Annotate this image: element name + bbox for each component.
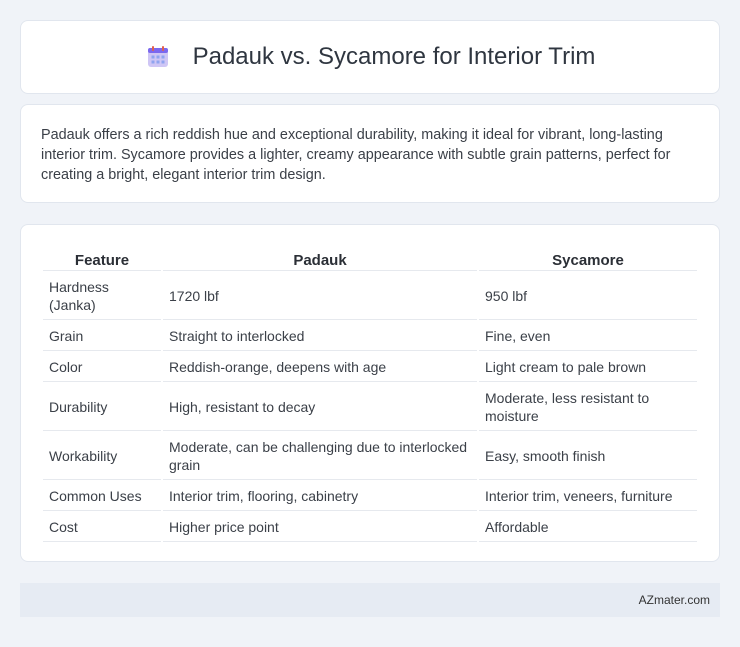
table-cell: Hardness (Janka) — [43, 273, 161, 320]
table-row: Color Reddish-orange, deepens with age L… — [43, 353, 697, 382]
table-cell: Straight to interlocked — [163, 322, 477, 351]
table-row: Workability Moderate, can be challenging… — [43, 433, 697, 480]
table-row: Common Uses Interior trim, flooring, cab… — [43, 482, 697, 511]
table-cell: Color — [43, 353, 161, 382]
title-card: Padauk vs. Sycamore for Interior Trim — [20, 20, 720, 94]
comparison-table: Feature Padauk Sycamore Hardness (Janka)… — [41, 245, 699, 544]
table-header-row: Feature Padauk Sycamore — [43, 247, 697, 271]
page-title: Padauk vs. Sycamore for Interior Trim — [192, 43, 596, 70]
table-cell: Fine, even — [479, 322, 697, 351]
footer-brand: AZmater.com — [638, 593, 710, 607]
column-header-feature: Feature — [43, 247, 161, 271]
table-cell: Affordable — [479, 513, 697, 542]
table-cell: Light cream to pale brown — [479, 353, 697, 382]
table-cell: 950 lbf — [479, 273, 697, 320]
column-header-sycamore: Sycamore — [479, 247, 697, 271]
table-cell: Interior trim, flooring, cabinetry — [163, 482, 477, 511]
table-cell: Moderate, less resistant to moisture — [479, 384, 697, 431]
table-cell: Workability — [43, 433, 161, 480]
column-header-padauk: Padauk — [163, 247, 477, 271]
description-text: Padauk offers a rich reddish hue and exc… — [41, 127, 671, 183]
table-row: Grain Straight to interlocked Fine, even — [43, 322, 697, 351]
table-row: Durability High, resistant to decay Mode… — [43, 384, 697, 431]
comparison-table-card: Feature Padauk Sycamore Hardness (Janka)… — [20, 224, 720, 562]
table-cell: Durability — [43, 384, 161, 431]
table-cell: Grain — [43, 322, 161, 351]
table-cell: Reddish-orange, deepens with age — [163, 353, 477, 382]
table-cell: Interior trim, veneers, furniture — [479, 482, 697, 511]
table-cell: Cost — [43, 513, 161, 542]
calendar-icon — [147, 46, 168, 67]
table-cell: 1720 lbf — [163, 273, 477, 320]
table-row: Hardness (Janka) 1720 lbf 950 lbf — [43, 273, 697, 320]
description-card: Padauk offers a rich reddish hue and exc… — [20, 104, 720, 203]
table-cell: Moderate, can be challenging due to inte… — [163, 433, 477, 480]
table-cell: Easy, smooth finish — [479, 433, 697, 480]
table-cell: High, resistant to decay — [163, 384, 477, 431]
table-cell: Common Uses — [43, 482, 161, 511]
footer: AZmater.com — [20, 583, 720, 617]
table-cell: Higher price point — [163, 513, 477, 542]
table-row: Cost Higher price point Affordable — [43, 513, 697, 542]
